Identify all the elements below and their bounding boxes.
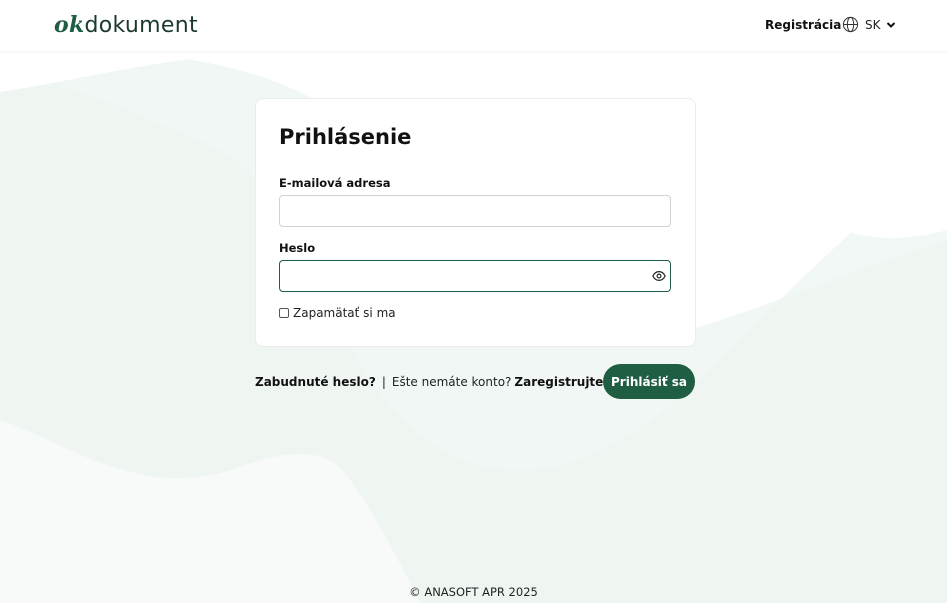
footer-copyright: © ANASOFT APR 2025 (409, 585, 538, 599)
email-input[interactable] (279, 195, 671, 227)
remember-me: Zapamätať si ma (279, 306, 396, 320)
auth-links: Zabudnuté heslo? | Ešte nemáte konto? Za… (255, 375, 623, 389)
top-header: okdokument Registrácia SK (0, 0, 947, 51)
logo-ok-text: ok (54, 12, 85, 38)
header-register-link[interactable]: Registrácia (765, 18, 841, 32)
links-separator: | (381, 375, 386, 389)
page-title: Prihlásenie (279, 125, 412, 149)
login-button[interactable]: Prihlásiť sa (603, 364, 695, 399)
email-label: E-mailová adresa (279, 176, 391, 190)
okdokument-logo[interactable]: okdokument (54, 11, 198, 40)
login-card: Prihlásenie E-mailová adresa Heslo Zapam… (255, 98, 696, 347)
password-label: Heslo (279, 241, 316, 255)
chevron-down-icon (886, 21, 895, 28)
password-input[interactable] (279, 260, 671, 292)
no-account-text: Ešte nemáte konto? (391, 375, 512, 389)
globe-icon (842, 16, 859, 33)
logo-dokument-text: dokument (84, 13, 198, 38)
language-selector[interactable]: SK (842, 16, 896, 33)
language-code: SK (865, 17, 881, 32)
remember-me-checkbox[interactable] (279, 308, 289, 318)
forgot-password-link[interactable]: Zabudnuté heslo? (255, 375, 376, 389)
remember-me-label: Zapamätať si ma (293, 306, 396, 320)
eye-icon[interactable] (652, 269, 666, 283)
